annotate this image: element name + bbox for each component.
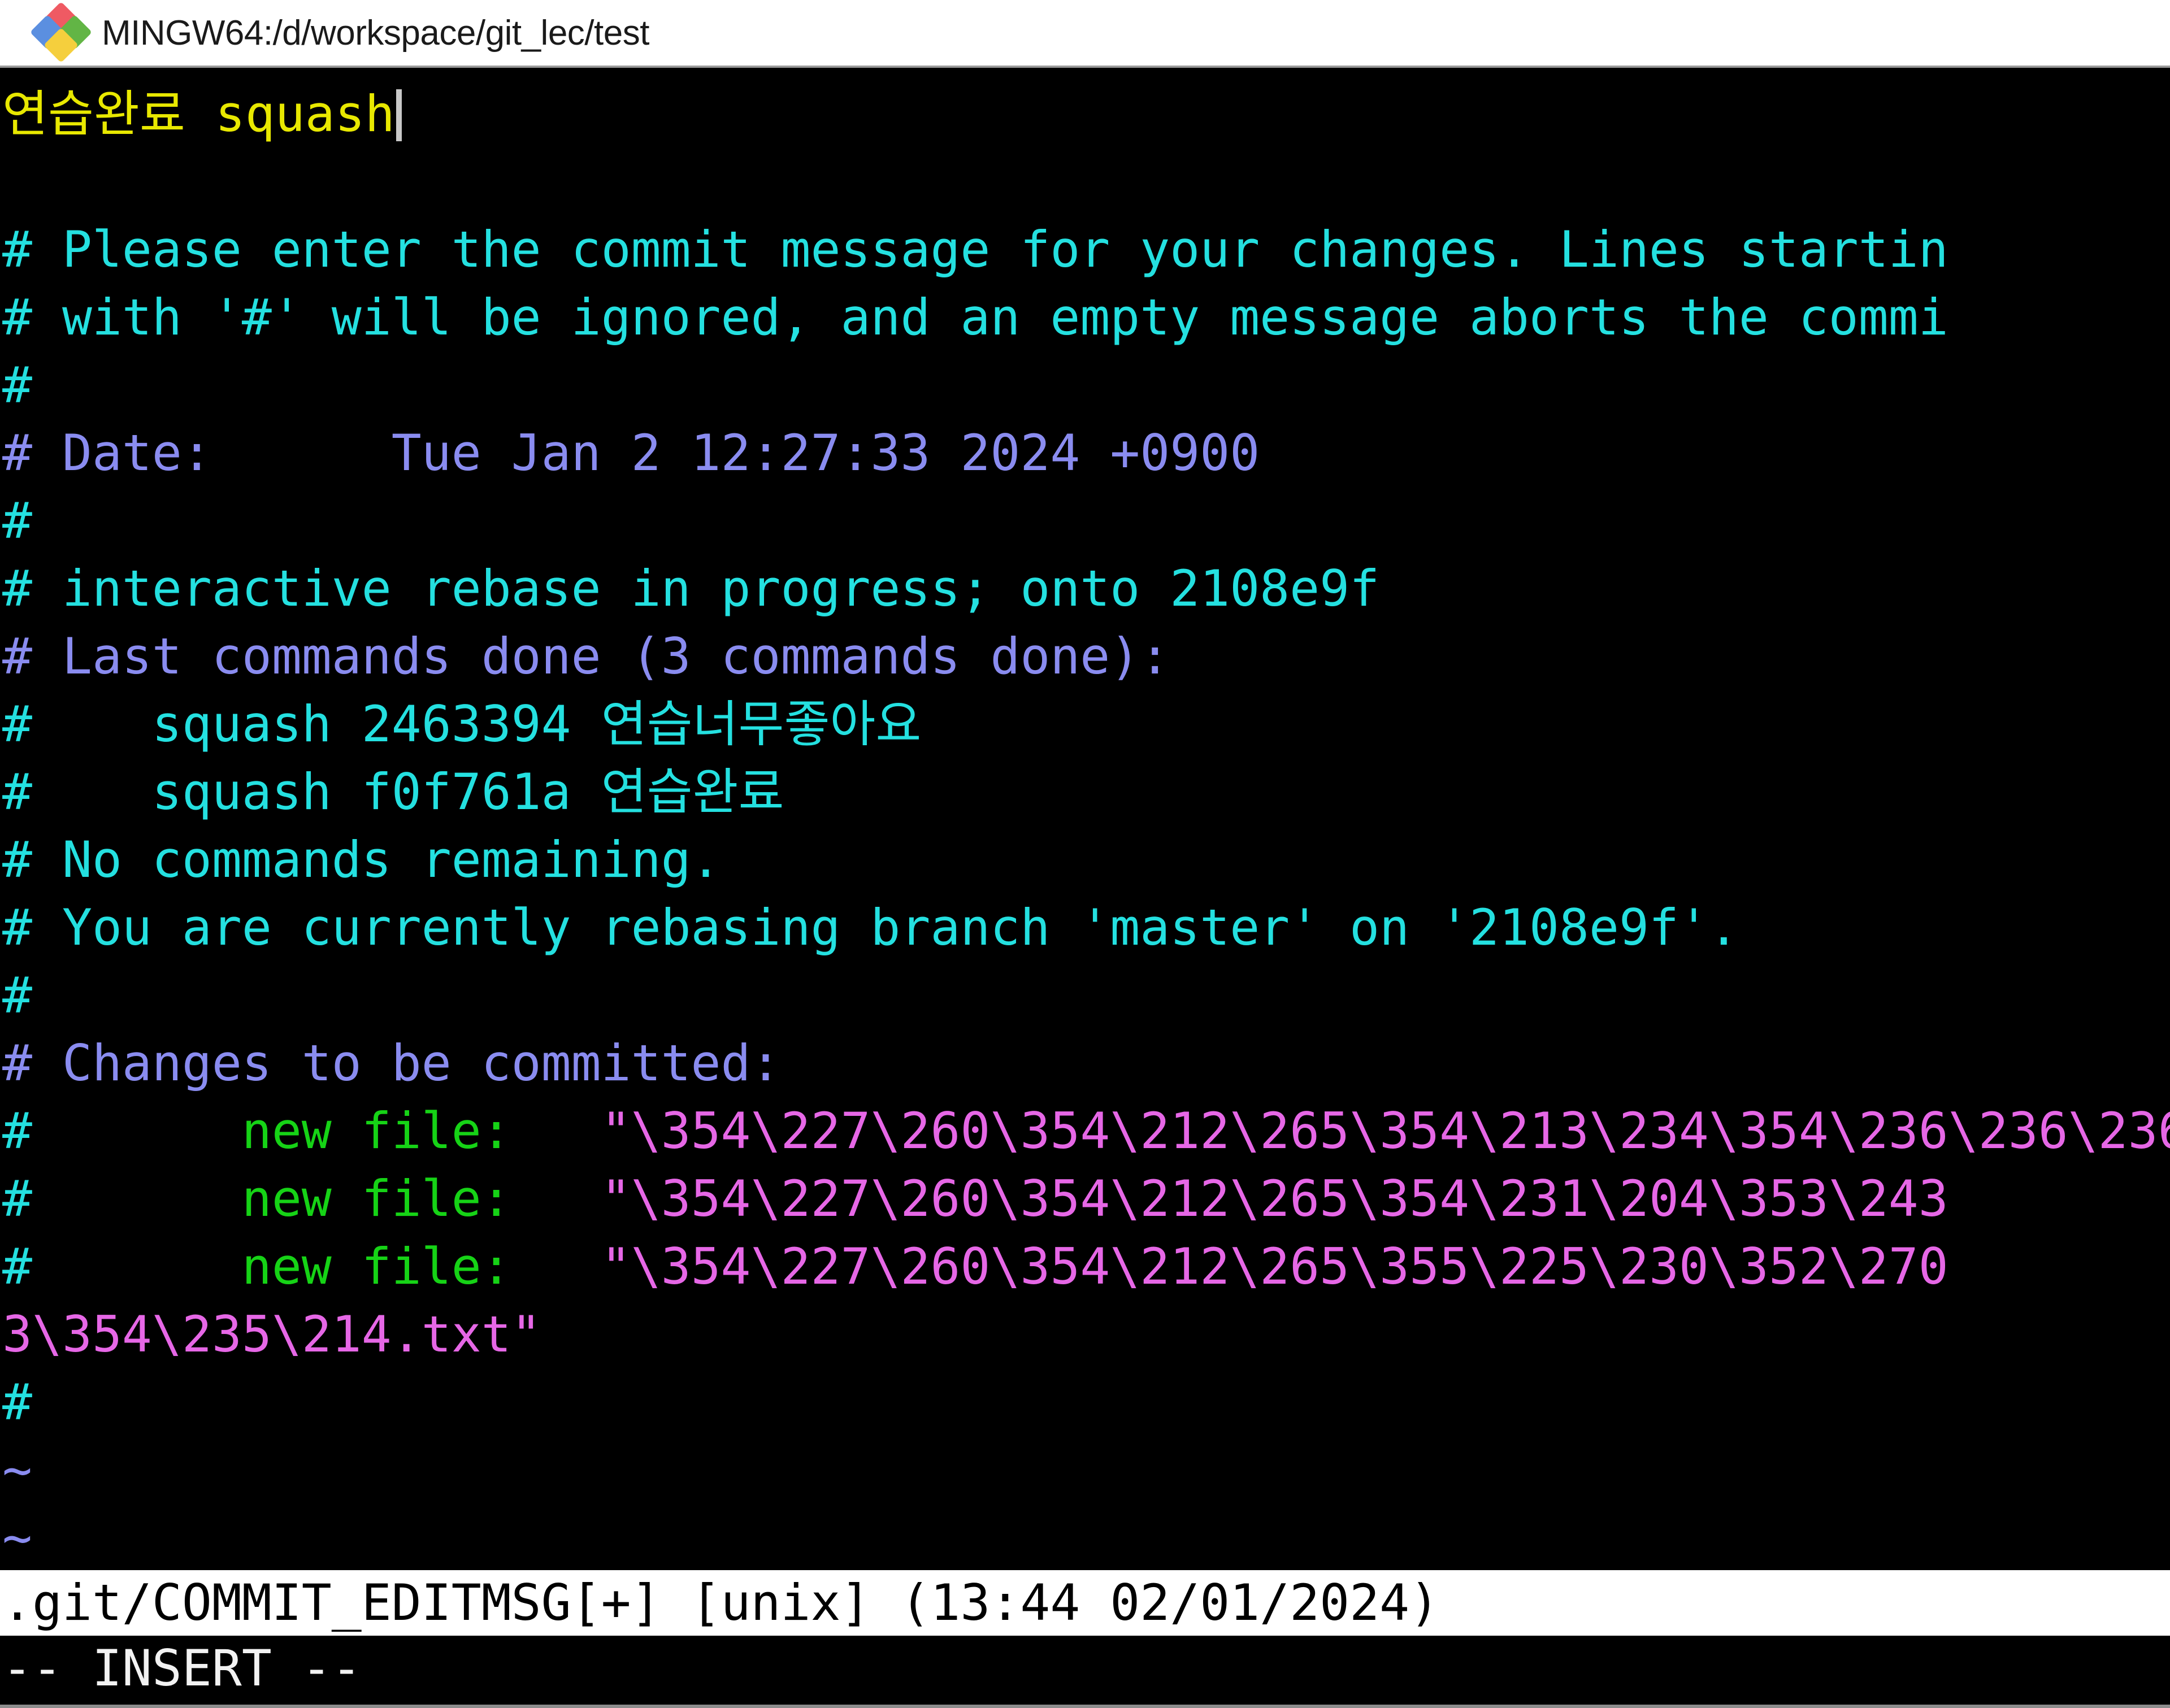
buffer-line-new-file-3: # new file: "\354\227\260\354\212\265\35… xyxy=(2,1233,2170,1301)
line-text: # interactive rebase in progress; onto 2… xyxy=(2,559,1380,618)
buffer-line-new-file-2: # new file: "\354\227\260\354\212\265\35… xyxy=(2,1165,2170,1233)
new-file-path: "\354\227\260\354\212\265\354\213\234\35… xyxy=(601,1102,2170,1160)
buffer-line-help-ignored: # with '#' will be ignored, and an empty… xyxy=(2,284,2170,351)
terminal-window[interactable]: 연습완료 squash # Please enter the commit me… xyxy=(0,66,2170,1708)
line-text: # with '#' will be ignored, and an empty… xyxy=(2,288,1948,346)
line-text: ~ xyxy=(2,1509,32,1567)
buffer-line-commit-message: 연습완료 squash xyxy=(2,80,2170,148)
label-gap xyxy=(511,1237,601,1296)
line-text: 3\354\235\214.txt" xyxy=(2,1305,541,1363)
line-text: # xyxy=(2,356,32,414)
vim-mode-indicator: -- INSERT -- xyxy=(0,1636,2170,1705)
line-text: # No commands remaining. xyxy=(2,831,721,889)
line-text: # xyxy=(2,1373,32,1431)
line-text: # squash 2463394 연습너무좋아요 xyxy=(2,695,922,753)
window-bottom-edge xyxy=(0,1705,2170,1708)
buffer-line-squash-f0f761a: # squash f0f761a 연습완료 xyxy=(2,758,2170,826)
buffer-line-changes-to-commit: # Changes to be committed: xyxy=(2,1029,2170,1097)
buffer-line-hash-3: # xyxy=(2,962,2170,1029)
line-text: # xyxy=(2,492,32,550)
buffer-line-hash-2: # xyxy=(2,487,2170,555)
new-file-path: "\354\227\260\354\212\265\354\231\204\35… xyxy=(601,1170,1948,1228)
buffer-line-blank-1 xyxy=(2,148,2170,216)
line-text xyxy=(2,153,32,211)
buffer-line-date-line: # Date: Tue Jan 2 12:27:33 2024 +0900 xyxy=(2,419,2170,487)
buffer-line-hash-1: # xyxy=(2,351,2170,419)
line-text: # xyxy=(2,966,32,1024)
buffer-line-new-file-1: # new file: "\354\227\260\354\212\265\35… xyxy=(2,1097,2170,1165)
comment-hash: # xyxy=(2,1237,242,1296)
new-file-label: new file: xyxy=(241,1237,511,1296)
buffer-line-help-please-enter: # Please enter the commit message for yo… xyxy=(2,216,2170,284)
line-text: # Please enter the commit message for yo… xyxy=(2,220,1948,279)
buffer-line-squash-2463394: # squash 2463394 연습너무좋아요 xyxy=(2,690,2170,758)
git-bash-diamond-icon xyxy=(29,1,93,63)
vim-text-buffer[interactable]: 연습완료 squash # Please enter the commit me… xyxy=(0,68,2170,1572)
line-text: # Last commands done (3 commands done): xyxy=(2,627,1170,685)
label-gap xyxy=(511,1170,601,1228)
line-text: 연습완료 squash xyxy=(2,85,395,143)
comment-hash: # xyxy=(2,1102,242,1160)
window-title: MINGW64:/d/workspace/git_lec/test xyxy=(102,13,649,53)
buffer-line-currently-rebasing: # You are currently rebasing branch 'mas… xyxy=(2,894,2170,962)
buffer-line-tilde-2: ~ xyxy=(2,1504,2170,1572)
line-text: # You are currently rebasing branch 'mas… xyxy=(2,898,1739,957)
line-text: # Changes to be committed: xyxy=(2,1034,781,1092)
window-titlebar: MINGW64:/d/workspace/git_lec/test xyxy=(0,0,2170,66)
line-text: ~ xyxy=(2,1441,32,1499)
line-text: # squash f0f761a 연습완료 xyxy=(2,763,784,821)
new-file-label: new file: xyxy=(241,1170,511,1228)
comment-hash: # xyxy=(2,1170,242,1228)
label-gap xyxy=(511,1102,601,1160)
buffer-line-no-commands-remaining: # No commands remaining. xyxy=(2,826,2170,894)
line-text: # Date: Tue Jan 2 12:27:33 2024 +0900 xyxy=(2,424,1260,482)
new-file-path: "\354\227\260\354\212\265\355\225\230\35… xyxy=(601,1237,1948,1296)
text-cursor xyxy=(396,89,402,141)
buffer-line-hash-4: # xyxy=(2,1368,2170,1436)
buffer-line-last-commands-done: # Last commands done (3 commands done): xyxy=(2,623,2170,690)
buffer-line-rebase-in-progress: # interactive rebase in progress; onto 2… xyxy=(2,555,2170,623)
buffer-line-tilde-1: ~ xyxy=(2,1436,2170,1504)
new-file-label: new file: xyxy=(241,1102,511,1160)
vim-statusline: .git/COMMIT_EDITMSG[+] [unix] (13:44 02/… xyxy=(0,1570,2170,1636)
buffer-line-new-file-3-wrap: 3\354\235\214.txt" xyxy=(2,1301,2170,1368)
